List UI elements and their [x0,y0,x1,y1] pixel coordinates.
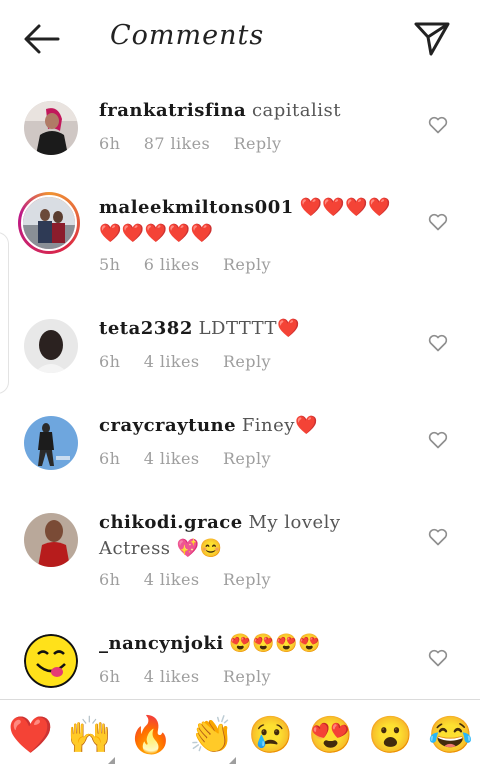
heart-outline-icon[interactable] [428,528,448,546]
comment-likes[interactable]: 87 likes [144,134,210,153]
emoji-clapping-button[interactable]: 👏 [189,714,234,758]
reply-button[interactable]: Reply [223,449,271,468]
emoji-raised-hands-button[interactable]: 🙌 [67,714,112,758]
avatar[interactable] [24,634,78,688]
comment-time: 6h [99,134,121,153]
avatar[interactable] [24,319,78,373]
heart-outline-icon[interactable] [428,334,448,352]
comment-likes[interactable]: 4 likes [144,667,200,686]
paper-plane-icon[interactable] [412,20,452,58]
emoji-heart-button[interactable]: ❤️ [8,714,53,758]
emoji-crying-button[interactable]: 😢 [248,714,293,758]
side-handle[interactable] [0,232,9,394]
emoji-reaction-bar: ❤️ 🙌 🔥 👏 😢 😍 😮 😂 [0,699,480,780]
comment-username[interactable]: chikodi.grace [99,512,243,533]
comment-time: 6h [99,667,121,686]
avatar[interactable] [24,513,78,567]
skin-tone-indicator-icon [229,757,236,764]
reply-button[interactable]: Reply [234,134,282,153]
comment-likes[interactable]: 4 likes [144,352,200,371]
comment-time: 6h [99,352,121,371]
comment-time: 5h [99,255,121,274]
comment-text: capitalist [251,100,341,121]
arrow-left-icon[interactable] [22,22,62,56]
comment-likes[interactable]: 4 likes [144,449,200,468]
comment-text: 😍😍😍😍 [229,633,322,654]
heart-outline-icon[interactable] [428,116,448,134]
emoji-heart-eyes-button[interactable]: 😍 [308,714,353,758]
emoji-surprised-button[interactable]: 😮 [368,714,413,758]
header: Comments [0,0,480,78]
avatar[interactable] [24,101,78,155]
avatar-story-ring[interactable] [18,192,80,254]
emoji-laughing-button[interactable]: 😂 [428,714,473,758]
comment-text: LDTTTT❤️ [198,318,300,339]
reply-button[interactable]: Reply [223,352,271,371]
skin-tone-indicator-icon [108,757,115,764]
heart-outline-icon[interactable] [428,213,448,231]
reply-button[interactable]: Reply [223,667,271,686]
page-title: Comments [110,20,265,51]
comment-username[interactable]: craycraytune [99,415,236,436]
comment-time: 6h [99,570,121,589]
comment-username[interactable]: _nancynjoki [99,633,224,654]
emoji-fire-button[interactable]: 🔥 [128,714,173,758]
reply-button[interactable]: Reply [223,255,271,274]
comment-time: 6h [99,449,121,468]
heart-outline-icon[interactable] [428,431,448,449]
reply-button[interactable]: Reply [223,570,271,589]
comment-text: Finey❤️ [241,415,318,436]
heart-outline-icon[interactable] [428,649,448,667]
avatar[interactable] [24,416,78,470]
comment-username[interactable]: teta2382 [99,318,193,339]
comment-username[interactable]: maleekmiltons001 [99,197,294,218]
comment-likes[interactable]: 4 likes [144,570,200,589]
comment-username[interactable]: frankatrisfina [99,100,246,121]
comment-likes[interactable]: 6 likes [144,255,200,274]
